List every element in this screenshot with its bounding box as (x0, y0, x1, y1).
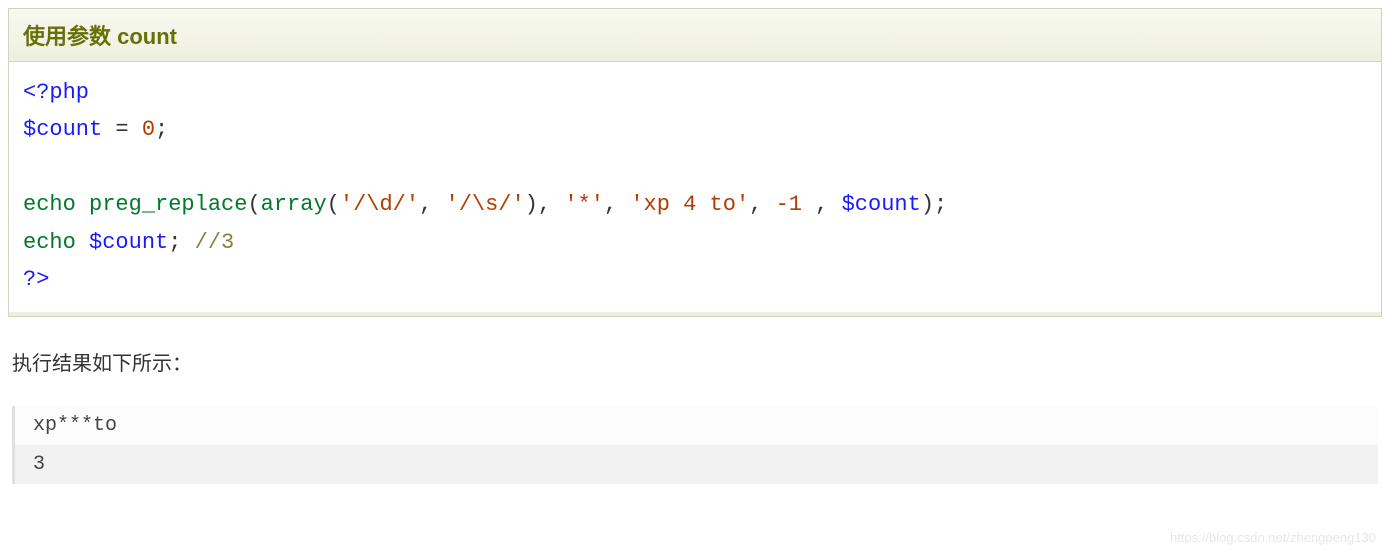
code-func-preg-replace: preg_replace (89, 192, 247, 217)
output-box: xp***to 3 (12, 406, 1378, 484)
code-block: <?php $count = 0; echo preg_replace(arra… (9, 62, 1381, 316)
output-line-2: 3 (15, 445, 1378, 484)
code-comment: //3 (195, 230, 235, 255)
code-array: array (261, 192, 327, 217)
code-open-tag: <?php (23, 80, 89, 105)
example-box: 使用参数 count <?php $count = 0; echo preg_r… (8, 8, 1382, 317)
result-label: 执行结果如下所示： (12, 347, 1378, 376)
code-echo-1: echo (23, 192, 89, 217)
code-close-tag: ?> (23, 267, 49, 292)
code-echo-2: echo (23, 230, 89, 255)
code-var-count: $count (23, 117, 102, 142)
example-header: 使用参数 count (9, 9, 1381, 62)
example-title: 使用参数 count (23, 24, 177, 49)
output-line-1: xp***to (15, 406, 1378, 445)
watermark: https://blog.csdn.net/zhengpeng130 (1170, 530, 1376, 545)
